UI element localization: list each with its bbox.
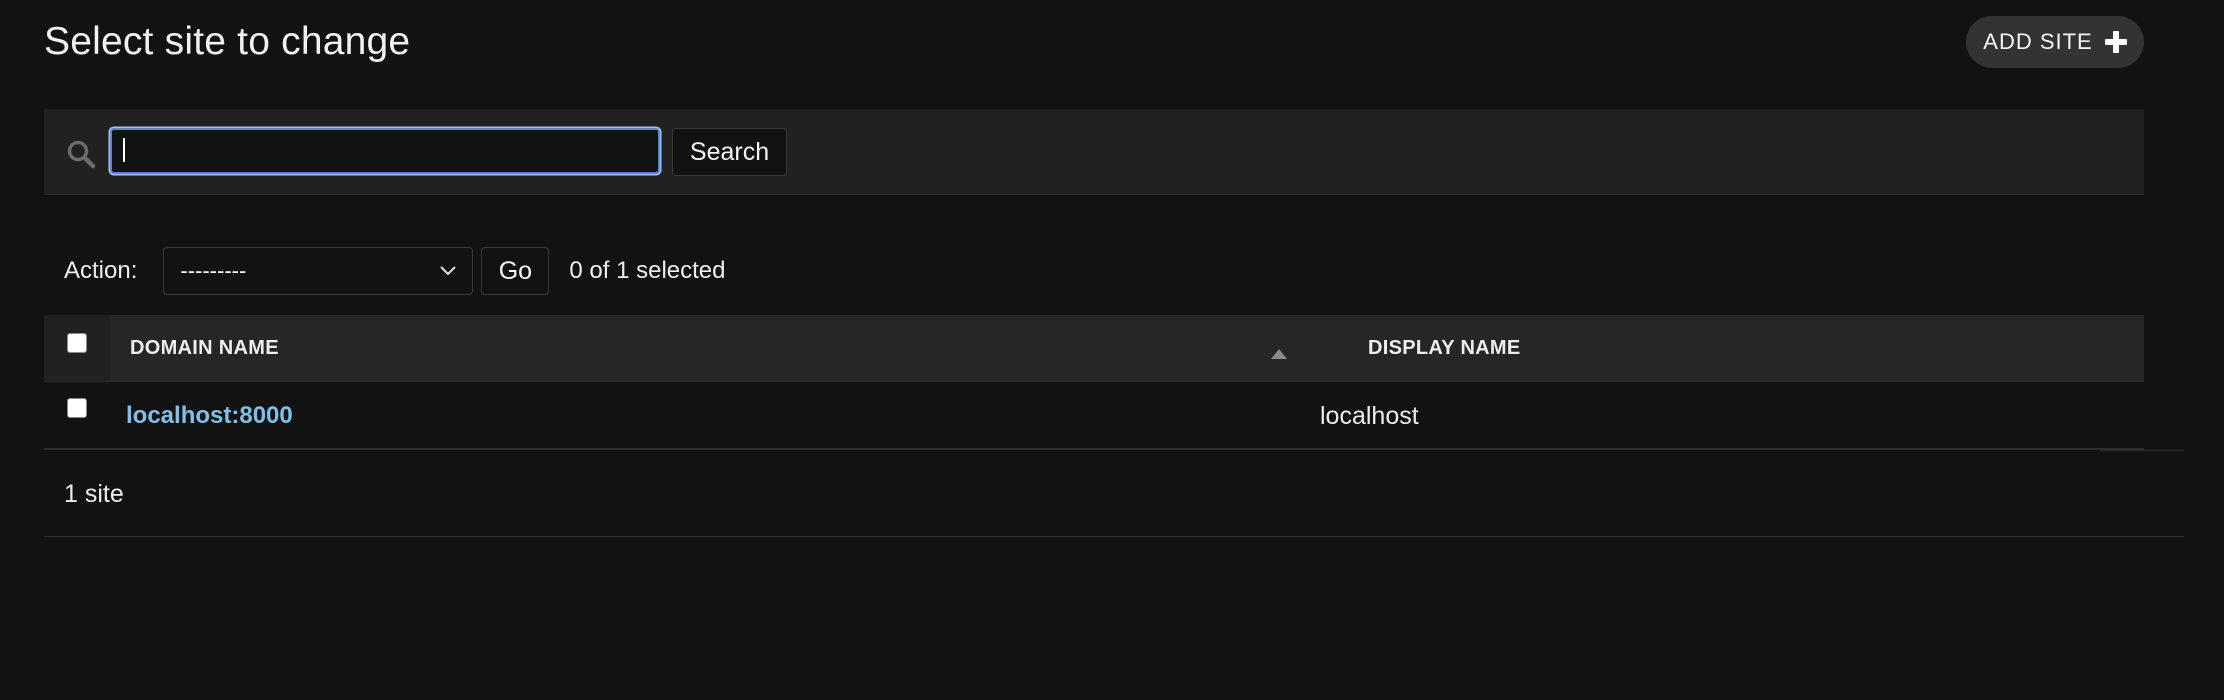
page-title: Select site to change <box>44 20 411 63</box>
actions-bar: Action: --------- Go 0 of 1 selected <box>64 246 725 296</box>
change-list-page: Select site to change ADD SITE Search Ac… <box>0 0 2224 700</box>
table-row: localhost:8000 localhost <box>44 382 2144 450</box>
sort-ascending-icon[interactable] <box>1271 347 1287 359</box>
table-header: DOMAIN NAME DISPLAY NAME <box>44 315 2144 382</box>
search-input[interactable] <box>110 128 660 174</box>
domain-name-link[interactable]: localhost:8000 <box>126 402 293 430</box>
column-header-display-name[interactable]: DISPLAY NAME <box>1304 315 2144 381</box>
display-name-cell: localhost <box>1320 402 1419 430</box>
select-all-cell <box>44 315 110 381</box>
plus-icon <box>2104 31 2127 53</box>
search-icon <box>67 140 96 169</box>
search-toolbar: Search <box>44 109 2144 195</box>
column-header-domain-name-label: DOMAIN NAME <box>130 337 279 359</box>
column-header-display-name-label: DISPLAY NAME <box>1368 337 1521 359</box>
go-button[interactable]: Go <box>481 247 550 295</box>
action-label: Action: <box>64 257 138 284</box>
row-select-checkbox[interactable] <box>67 398 87 418</box>
add-site-button-label: ADD SITE <box>1983 29 2093 54</box>
paginator: 1 site <box>44 451 2184 537</box>
column-header-domain-name[interactable]: DOMAIN NAME <box>110 315 1348 381</box>
action-select[interactable]: --------- <box>163 247 474 295</box>
selection-counter: 0 of 1 selected <box>569 257 726 284</box>
search-input-wrapper <box>110 128 660 174</box>
chevron-down-icon <box>440 266 457 276</box>
select-all-checkbox[interactable] <box>67 333 87 353</box>
action-select-value: --------- <box>180 258 247 283</box>
result-count: 1 site <box>64 480 124 508</box>
result-list-table: DOMAIN NAME DISPLAY NAME localhost:8000 … <box>44 315 2144 450</box>
search-button[interactable]: Search <box>672 128 787 176</box>
add-site-button[interactable]: ADD SITE <box>1966 16 2144 68</box>
text-cursor <box>123 138 125 162</box>
